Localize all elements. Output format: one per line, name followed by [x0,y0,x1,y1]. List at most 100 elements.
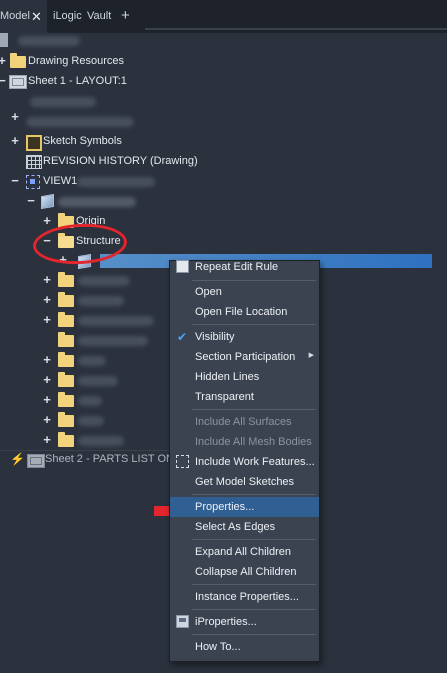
check-icon: ✔ [177,330,188,344]
expand-icon[interactable]: + [41,373,53,387]
label-redacted [78,436,124,446]
add-tab-icon[interactable]: + [121,0,130,33]
menu-item-expand-all-children[interactable]: Expand All Children [170,542,319,562]
menu-item-section-participation[interactable]: Section Participation ▶ [170,347,319,367]
tree-item-redacted[interactable]: + [0,311,170,331]
folder-icon [58,352,74,367]
menu-item-visibility[interactable]: ✔ Visibility [170,327,319,347]
tree-item-drawing-resources[interactable]: + Drawing Resources [0,52,200,72]
menu-separator [192,584,316,585]
tree-item-redacted[interactable]: + [0,371,170,391]
menu-item-select-as-edges[interactable]: Select As Edges [170,517,319,537]
tree-item-redacted[interactable]: + [0,351,170,371]
expand-icon[interactable]: + [41,433,53,447]
work-features-icon [176,455,189,468]
menu-separator [192,280,316,281]
expand-icon[interactable]: + [9,134,21,148]
tree-item-label: Sketch Symbols [43,135,122,147]
menu-separator [192,609,316,610]
menu-item-label: Transparent [195,391,254,403]
menu-item-label: Select As Edges [195,521,276,533]
tree-item-redacted[interactable]: + [0,431,170,451]
view-name-redacted [77,177,155,187]
folder-icon [10,53,26,68]
menu-item-label: Include Work Features... [195,456,315,468]
context-menu: Repeat Edit Rule Open Open File Location… [169,260,320,662]
expand-icon[interactable]: + [41,353,53,367]
tree-item-revision-history[interactable]: REVISION HISTORY (Drawing) [0,152,220,172]
tree-item-redacted [26,117,134,127]
iproperties-icon [176,615,189,628]
menu-item-label: Section Participation [195,351,296,363]
tab-model-label: Model [0,10,30,22]
tab-close-icon[interactable]: ✕ [31,0,42,33]
sheet-icon [9,75,27,89]
assembly-icon [41,193,54,210]
menu-item-hidden-lines[interactable]: Hidden Lines [170,367,319,387]
expand-icon[interactable]: + [9,110,21,124]
folder-icon [58,312,74,327]
menu-item-collapse-all-children[interactable]: Collapse All Children [170,562,319,582]
menu-item-instance-properties[interactable]: Instance Properties... [170,587,319,607]
tree-item-redacted[interactable]: + [0,411,170,431]
label-redacted [78,316,154,326]
tab-ilogic-label: iLogic [53,10,82,22]
tab-ilogic[interactable]: iLogic [53,0,82,33]
label-redacted [78,296,124,306]
expand-icon[interactable]: + [41,393,53,407]
tree-item-redacted[interactable]: + [0,391,170,411]
menu-item-repeat-edit-rule[interactable]: Repeat Edit Rule [170,257,319,277]
menu-item-how-to[interactable]: How To... [170,637,319,657]
tree-item-redacted[interactable]: + [0,271,170,291]
expand-icon[interactable]: + [41,293,53,307]
menu-item-open[interactable]: Open [170,282,319,302]
menu-item-label: Include All Mesh Bodies [195,436,312,448]
menu-item-label: Open File Location [195,306,288,318]
menu-item-label: Collapse All Children [195,566,297,578]
folder-icon [58,292,74,307]
menu-item-label: Open [195,286,222,298]
repeat-icon [176,260,189,273]
label-redacted [78,416,104,426]
collapse-icon[interactable]: − [0,74,8,88]
expand-icon[interactable]: + [41,273,53,287]
menu-item-transparent[interactable]: Transparent [170,387,319,407]
collapse-icon[interactable]: − [9,174,21,188]
expand-icon[interactable]: + [41,313,53,327]
expand-icon[interactable]: + [0,54,8,68]
label-redacted [78,276,130,286]
tab-bar-divider [145,28,447,30]
menu-item-properties[interactable]: Properties... [170,497,319,517]
tree-item-sheet1[interactable]: − Sheet 1 - LAYOUT:1 [0,72,200,92]
expand-icon[interactable]: + [41,214,53,228]
expand-icon[interactable]: + [41,413,53,427]
tree-item-redacted[interactable]: + [0,291,170,311]
menu-item-include-all-mesh-bodies: Include All Mesh Bodies [170,432,319,452]
folder-icon [58,272,74,287]
menu-item-include-all-surfaces: Include All Surfaces [170,412,319,432]
folder-icon [58,332,74,347]
menu-item-label: Properties... [195,501,255,513]
label-redacted [78,396,102,406]
tree-item-label: Drawing Resources [28,55,124,67]
submenu-arrow-icon: ▶ [308,352,314,359]
menu-item-label: Repeat Edit Rule [195,261,279,273]
drawing-view-icon [26,175,40,189]
tree-item-sheet2[interactable]: ⚡ Sheet 2 - PARTS LIST ONL [0,450,180,470]
folder-icon [58,372,74,387]
sheet-icon [27,454,45,468]
menu-item-iproperties[interactable]: iProperties... [170,612,319,632]
menu-item-include-work-features[interactable]: Include Work Features... [170,452,319,472]
menu-item-open-file-location[interactable]: Open File Location [170,302,319,322]
tree-item-redacted [30,97,96,107]
menu-item-label: Hidden Lines [195,371,260,383]
tab-vault[interactable]: Vault [87,0,111,33]
menu-item-get-model-sketches[interactable]: Get Model Sketches [170,472,319,492]
drawing-file-icon [0,33,8,47]
menu-item-label: Include All Surfaces [195,416,292,428]
tree-item-redacted[interactable] [0,331,170,351]
menu-item-label: Visibility [195,331,235,343]
tree-item-sketch-symbols[interactable]: + Sketch Symbols [0,132,200,152]
menu-item-label: Expand All Children [195,546,292,558]
collapse-icon[interactable]: − [25,194,37,208]
